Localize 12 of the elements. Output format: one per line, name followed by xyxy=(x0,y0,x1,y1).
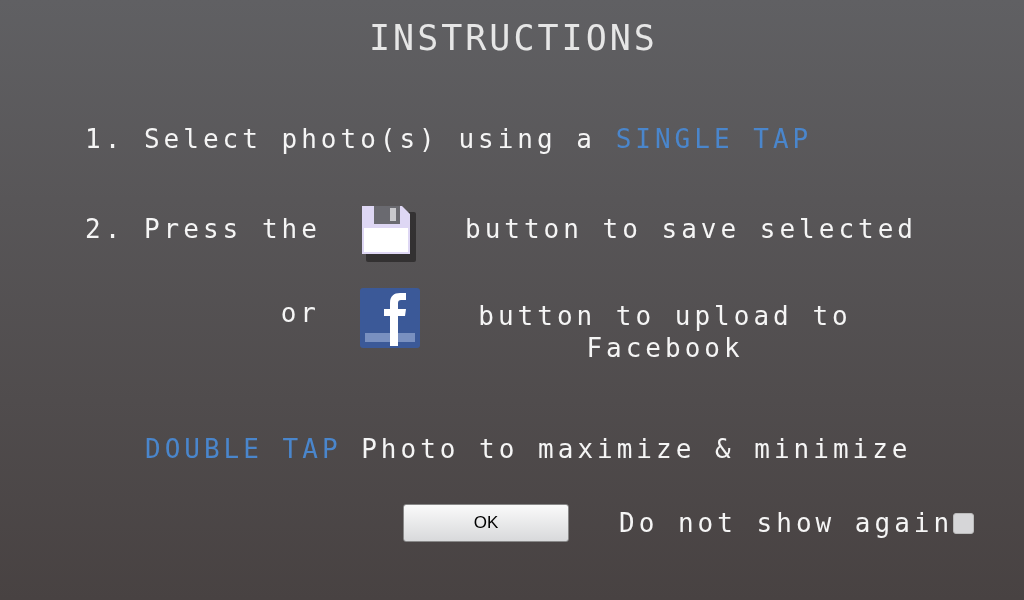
tip-text: DOUBLE TAP Photo to maximize & minimize xyxy=(145,434,912,464)
ok-button[interactable]: OK xyxy=(403,504,569,542)
instruction-text: or xyxy=(280,297,320,328)
checkbox-label: Do not show again xyxy=(619,508,954,538)
instruction-text: 2. Press the xyxy=(85,213,321,244)
checkbox[interactable] xyxy=(953,512,975,534)
facebook-icon xyxy=(360,288,420,348)
dialog-title: INSTRUCTIONS xyxy=(369,18,658,58)
instruction-text: 1. Select photo(s) using a SINGLE TAP xyxy=(85,124,813,154)
instruction-text: button to upload to Facebook xyxy=(477,300,853,364)
floppy-disk-icon xyxy=(360,204,416,262)
instruction-text: button to save selected xyxy=(465,213,918,244)
